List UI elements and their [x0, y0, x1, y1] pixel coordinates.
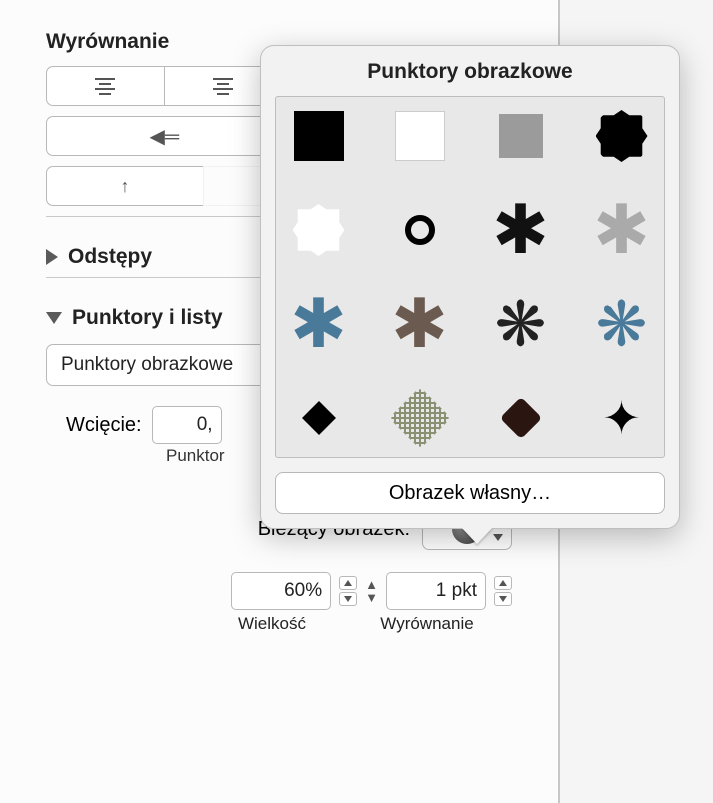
bullet-scribble[interactable] — [393, 391, 447, 445]
bullets-title: Punktory i listy — [72, 306, 223, 330]
spacing-title: Odstępy — [68, 245, 152, 269]
image-bullets-popover: Punktory obrazkowe Obrazek własny… — [260, 45, 680, 529]
align-center-icon — [213, 78, 233, 95]
outdent-icon: ◀═ — [149, 124, 179, 149]
valign-top-icon: ↑ — [121, 176, 130, 197]
bullet-square-white[interactable] — [393, 109, 447, 163]
triangle-up-icon — [344, 580, 352, 586]
align-left-button[interactable] — [46, 66, 164, 106]
bullet-square-gray[interactable] — [494, 109, 548, 163]
align-input[interactable]: 1 pkt — [386, 572, 486, 610]
bullet-blob-black[interactable] — [595, 109, 649, 163]
bullet-blob-white[interactable] — [292, 203, 346, 257]
bullet-burst-brown[interactable] — [393, 297, 447, 351]
align-sublabel: Wyrównanie — [342, 614, 512, 634]
chevron-right-icon — [46, 249, 58, 265]
outdent-button[interactable]: ◀═ — [46, 116, 282, 156]
v-align-swap-icon: ▲▼ — [365, 578, 378, 604]
bullet-ring[interactable] — [393, 203, 447, 257]
bullet-burst-blue[interactable] — [292, 297, 346, 351]
bullet-square-black[interactable] — [292, 109, 346, 163]
popover-tail-icon — [461, 527, 493, 544]
bullet-burst-gray[interactable] — [595, 203, 649, 257]
indent-label: Wcięcie: — [66, 414, 142, 437]
custom-image-button[interactable]: Obrazek własny… — [275, 472, 665, 514]
align-left-icon — [95, 78, 115, 95]
bullet-diamond-brown[interactable] — [494, 391, 548, 445]
bullet-pinwheel-black[interactable] — [494, 297, 548, 351]
triangle-up-icon — [499, 580, 507, 586]
popover-title: Punktory obrazkowe — [275, 60, 665, 84]
align-step-up[interactable] — [494, 576, 512, 590]
size-step-down[interactable] — [339, 592, 357, 606]
triangle-down-icon — [499, 596, 507, 602]
triangle-down-icon — [344, 596, 352, 602]
bullet-burst-black[interactable] — [494, 203, 548, 257]
bullet-star-4pt[interactable] — [595, 391, 649, 445]
caret-down-icon — [493, 534, 503, 541]
valign-top-button[interactable]: ↑ — [46, 166, 203, 206]
indent-bullet-input[interactable]: 0, — [152, 406, 222, 444]
bullet-grid — [275, 96, 665, 458]
bullet-type-value: Punktory obrazkowe — [61, 354, 233, 376]
size-step-up[interactable] — [339, 576, 357, 590]
indent-bullet-label: Punktor — [166, 446, 225, 466]
align-step-down[interactable] — [494, 592, 512, 606]
chevron-down-icon — [46, 312, 62, 324]
bullet-pinwheel-blue[interactable] — [595, 297, 649, 351]
bullet-diamond-small[interactable] — [292, 391, 346, 445]
size-sublabel: Wielkość — [202, 614, 342, 634]
size-input[interactable]: 60% — [231, 572, 331, 610]
